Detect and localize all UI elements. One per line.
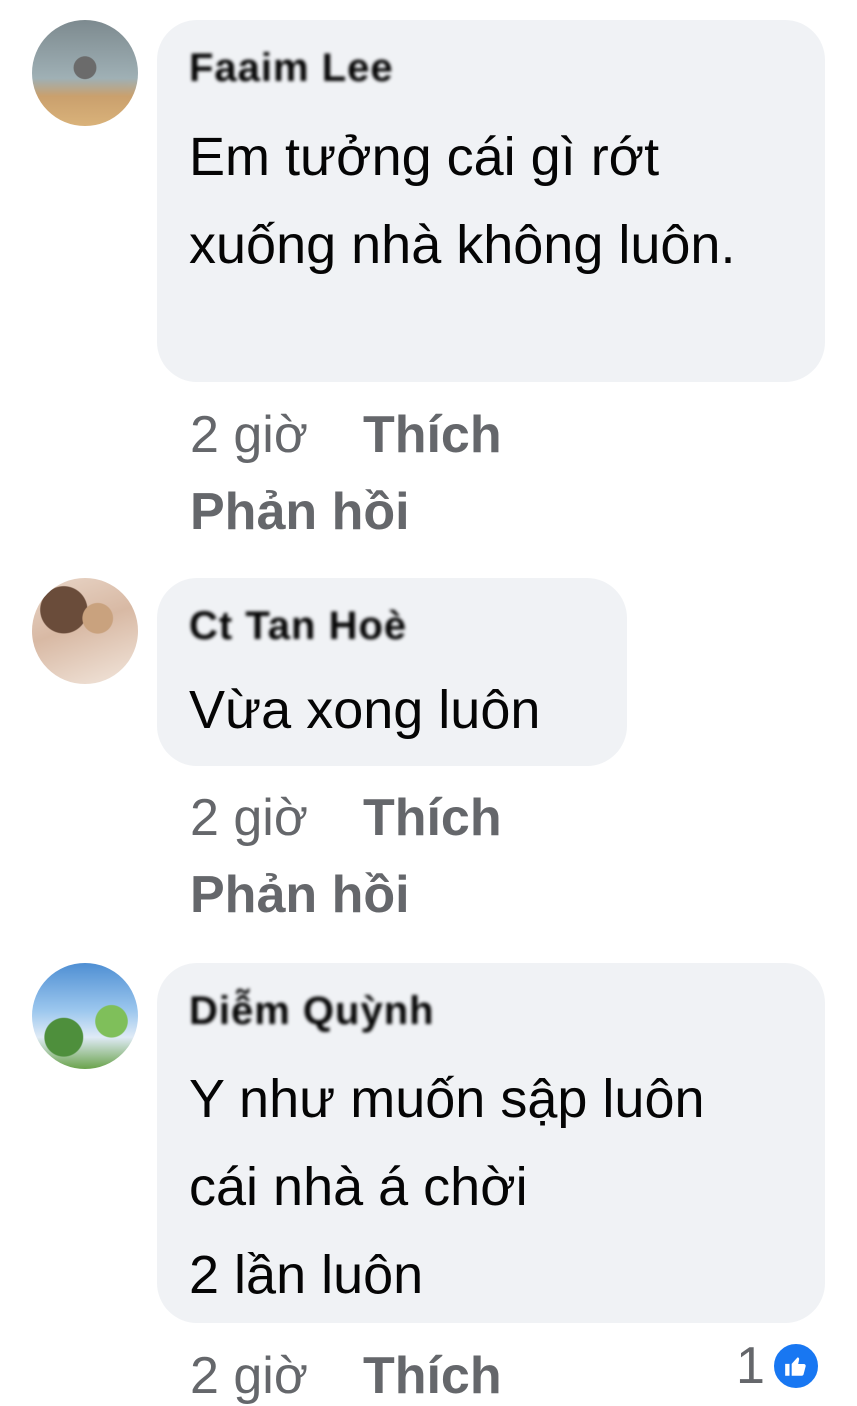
avatar[interactable] — [32, 20, 138, 126]
comment-text: Y như muốn sập luôn cái nhà á chời 2 lần… — [189, 1055, 809, 1319]
reaction-summary[interactable]: 1 — [736, 1336, 821, 1396]
comment-actions: 2 giờ Thích — [190, 788, 502, 848]
thumbs-up-icon — [770, 1341, 821, 1391]
comment-time[interactable]: 2 giờ — [190, 789, 308, 847]
comment-actions: 2 giờ Thích — [190, 1346, 502, 1406]
comment-bubble: Faaim Lee Em tưởng cái gì rớt xuống nhà … — [157, 20, 825, 382]
comment-bubble: Ct Tan Hoè Vừa xong luôn — [157, 578, 627, 766]
avatar[interactable] — [32, 963, 138, 1069]
comment-time[interactable]: 2 giờ — [190, 406, 308, 464]
comment-text-line: Y như muốn sập luôn — [189, 1069, 705, 1129]
comment-text: Em tưởng cái gì rớt xuống nhà không luôn… — [189, 127, 736, 275]
comment-text: Vừa xong luôn — [189, 680, 541, 740]
like-button[interactable]: Thích — [363, 406, 502, 464]
comment-time[interactable]: 2 giờ — [190, 1347, 308, 1405]
comment-author[interactable]: Ct Tan Hoè — [189, 604, 407, 649]
reaction-count: 1 — [736, 1337, 765, 1395]
like-button[interactable]: Thích — [363, 1347, 502, 1405]
comment-author[interactable]: Diễm Quỳnh — [189, 989, 435, 1034]
comment-text-line: 2 lần luôn — [189, 1245, 424, 1305]
comment-text-line: cái nhà á chời — [189, 1157, 528, 1217]
reply-button[interactable]: Phản hồi — [190, 865, 410, 925]
avatar[interactable] — [32, 578, 138, 684]
like-button[interactable]: Thích — [363, 789, 502, 847]
reply-button[interactable]: Phản hồi — [190, 482, 410, 542]
comment-actions: 2 giờ Thích — [190, 405, 502, 465]
comment-author[interactable]: Faaim Lee — [189, 46, 394, 91]
comment-bubble: Diễm Quỳnh Y như muốn sập luôn cái nhà á… — [157, 963, 825, 1323]
